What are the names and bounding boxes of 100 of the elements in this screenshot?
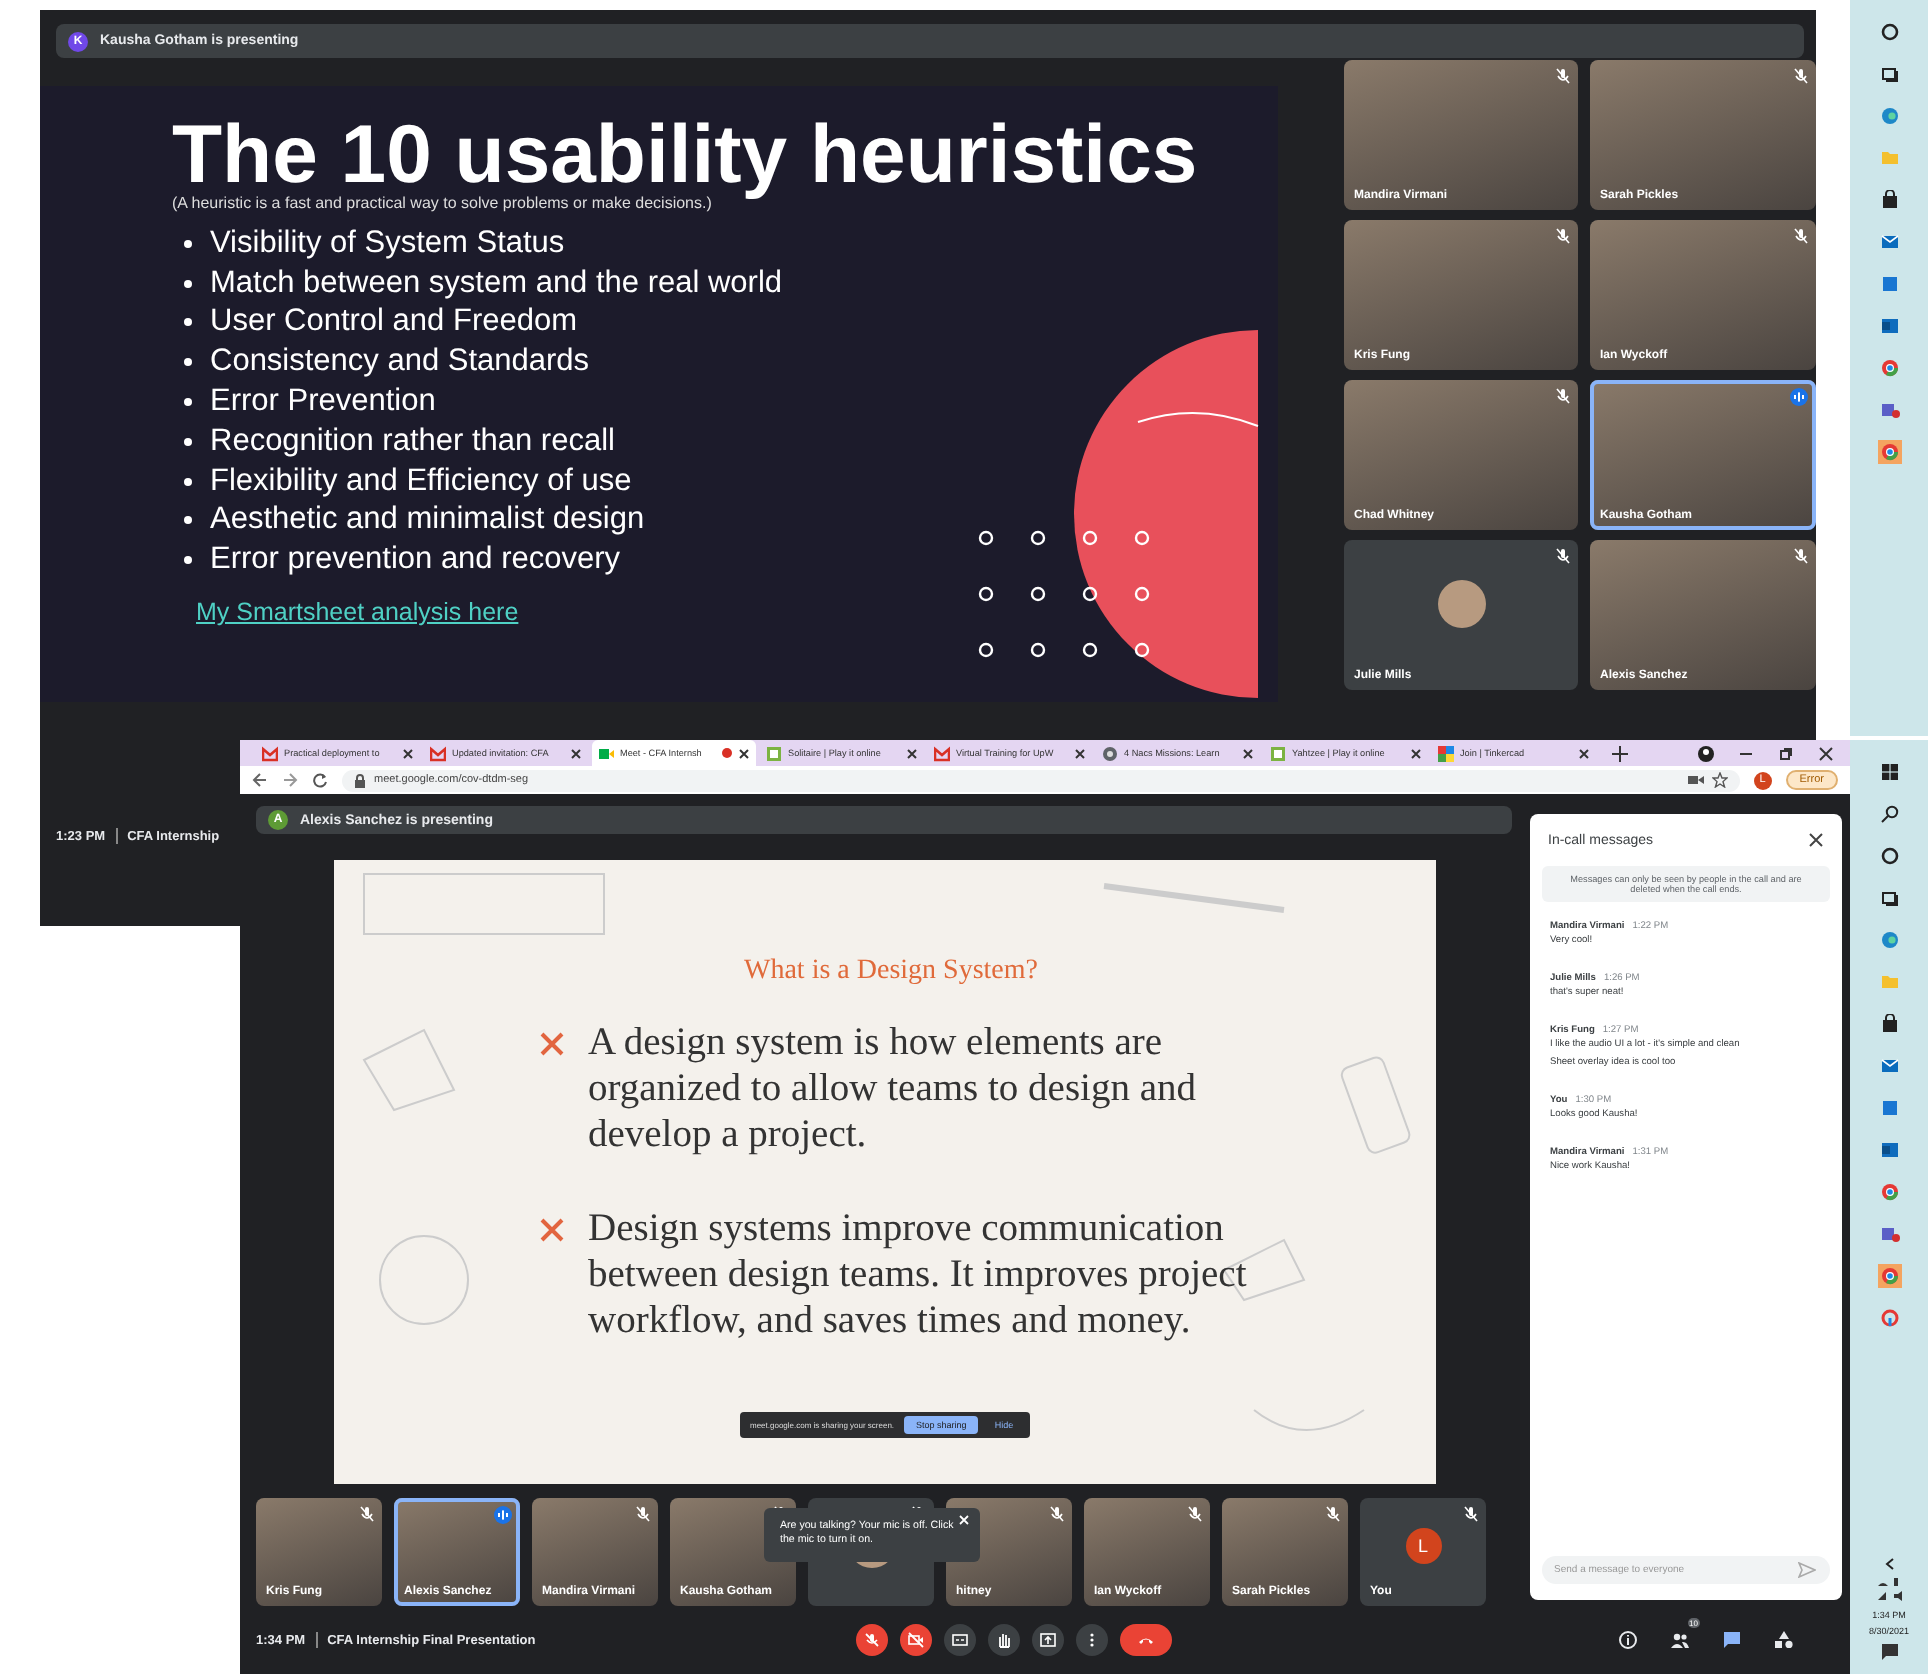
bullet-text: Error Prevention [210, 384, 436, 421]
bullet-icon [184, 358, 192, 367]
circle-icon[interactable] [1877, 844, 1901, 868]
tab-favicon-icon [262, 745, 278, 762]
cross-icon [540, 1218, 564, 1242]
bullet-icon [184, 239, 192, 248]
bullet-text: Design systems improve communication between design teams. It improves project workflow, and saves times and money. [588, 1206, 1249, 1344]
browser-icon[interactable] [1877, 928, 1901, 952]
audio-level-icon [494, 1506, 512, 1524]
shopping-bag-icon[interactable] [1877, 188, 1901, 212]
back-arrow-icon[interactable] [252, 772, 268, 789]
camera-off-icon[interactable] [900, 1624, 932, 1656]
avatar-placeholder [1437, 579, 1485, 627]
shopping-bag-icon[interactable] [1877, 1012, 1901, 1036]
muted-mic-icon [1188, 1506, 1202, 1522]
mic-off-icon[interactable] [856, 1624, 888, 1656]
close-icon[interactable] [1074, 747, 1086, 760]
shapes-icon[interactable] [1774, 1630, 1794, 1650]
chrome-icon[interactable] [1877, 1180, 1901, 1204]
restore-icon[interactable] [1778, 745, 1794, 762]
browser-icon[interactable] [1877, 104, 1901, 128]
chrome-icon[interactable] [1877, 356, 1901, 380]
slide-title: The 10 usability heuristics [172, 114, 1200, 194]
muted-mic-icon [1794, 228, 1808, 244]
slide-link[interactable]: My Smartsheet analysis here [196, 598, 519, 627]
more-options-icon[interactable] [1076, 1624, 1108, 1656]
mail-icon[interactable] [1877, 1054, 1901, 1078]
captions-icon[interactable] [944, 1624, 976, 1656]
close-icon[interactable] [402, 747, 414, 760]
muted-mic-icon [636, 1506, 650, 1522]
mail-app-icon[interactable] [1877, 1138, 1901, 1162]
muted-mic-icon [1464, 1506, 1478, 1522]
muted-mic-icon [1556, 548, 1570, 564]
muted-mic-icon [1556, 68, 1570, 84]
tab-favicon-icon [598, 745, 614, 762]
bullet-icon [184, 477, 192, 486]
hand-icon[interactable] [988, 1624, 1020, 1656]
muted-mic-icon [1556, 388, 1570, 404]
hang-up-icon[interactable] [1120, 1624, 1172, 1656]
chevron-icon[interactable] [1883, 1558, 1895, 1570]
bullet-text: Match between system and the real world [210, 265, 783, 302]
tab-favicon-icon [766, 745, 782, 762]
bullet-text: User Control and Freedom [210, 304, 577, 341]
close-icon[interactable] [1818, 745, 1834, 762]
close-icon[interactable] [1578, 747, 1590, 760]
task-view-icon[interactable] [1877, 62, 1901, 86]
recording-dot-icon [722, 748, 732, 759]
system-tray-icon[interactable] [1875, 1576, 1903, 1604]
paint-app-icon[interactable] [1877, 1306, 1901, 1330]
muted-mic-icon [1556, 228, 1570, 244]
muted-mic-icon [1050, 1506, 1064, 1522]
lock-icon [354, 773, 366, 788]
bullet-icon [184, 279, 192, 288]
search-icon[interactable] [1877, 802, 1901, 826]
app-tile-icon[interactable] [1877, 1096, 1901, 1120]
bullet-icon [184, 398, 192, 407]
slide-subtitle: (A heuristic is a fast and practical way to solve problems or make decisions.) [172, 194, 712, 212]
bullet-icon [184, 556, 192, 565]
info-icon[interactable] [1618, 1630, 1638, 1650]
forward-arrow-icon[interactable] [282, 772, 298, 789]
mail-app-icon[interactable] [1877, 314, 1901, 338]
bullet-text: Recognition rather than recall [210, 423, 615, 460]
close-icon[interactable] [906, 747, 918, 760]
notification-icon[interactable] [1879, 1642, 1899, 1662]
tab-favicon-icon [1438, 745, 1454, 762]
close-icon[interactable] [1808, 832, 1824, 848]
app-tile-icon[interactable] [1877, 272, 1901, 296]
bullet-icon [184, 318, 192, 327]
star-icon[interactable] [1711, 772, 1728, 789]
tab-favicon-icon [430, 745, 446, 762]
mail-icon[interactable] [1877, 230, 1901, 254]
bullet-text: Visibility of System Status [210, 225, 565, 262]
people-icon[interactable] [1670, 1630, 1690, 1650]
new-tab-icon[interactable] [1612, 745, 1628, 762]
reload-icon[interactable] [312, 772, 328, 789]
muted-mic-icon [1326, 1506, 1340, 1522]
bullet-icon [184, 437, 192, 446]
present-screen-icon[interactable] [1032, 1624, 1064, 1656]
chrome-icon[interactable] [1877, 1264, 1901, 1288]
close-icon[interactable] [570, 747, 582, 760]
chat-icon[interactable] [1722, 1630, 1742, 1650]
account-icon[interactable] [1698, 745, 1714, 762]
close-icon[interactable] [738, 747, 750, 760]
chat-app-icon[interactable] [1877, 1222, 1901, 1246]
close-icon[interactable] [1410, 747, 1422, 760]
muted-mic-icon [1794, 548, 1808, 564]
chrome-icon[interactable] [1877, 440, 1901, 464]
audio-level-icon [1790, 388, 1808, 406]
cross-icon [540, 1032, 564, 1056]
bullet-text: Error prevention and recovery [210, 542, 621, 579]
task-view-icon[interactable] [1877, 886, 1901, 910]
chat-app-icon[interactable] [1877, 398, 1901, 422]
tab-favicon-icon [1102, 745, 1118, 762]
close-icon[interactable] [1242, 747, 1254, 760]
circle-icon[interactable] [1877, 20, 1901, 44]
camera-icon [1687, 774, 1704, 787]
avatar-circle: L [1405, 1528, 1441, 1565]
bullet-text: Flexibility and Efficiency of use [210, 463, 632, 500]
windows-logo-icon[interactable] [1877, 760, 1901, 784]
tab-favicon-icon [1270, 745, 1286, 762]
